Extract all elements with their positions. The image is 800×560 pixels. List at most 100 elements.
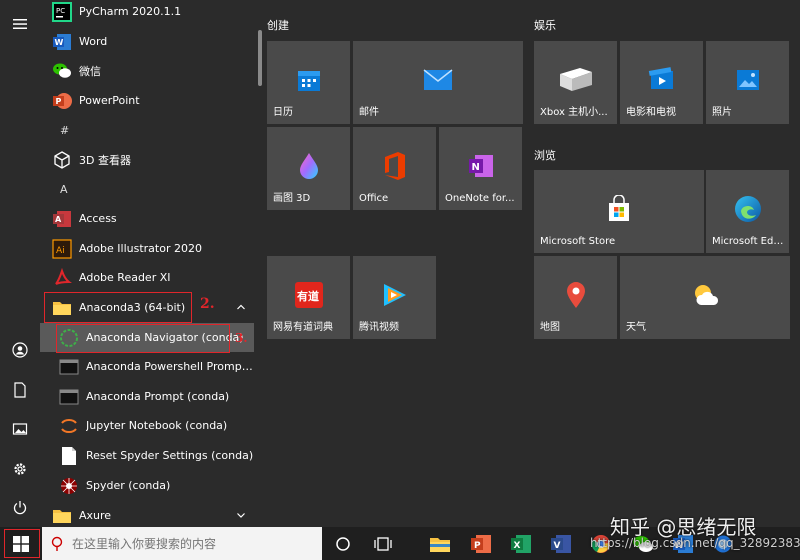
svg-text:A: A xyxy=(55,215,62,224)
tile-label: Xbox 主机小... xyxy=(540,107,608,118)
tile-label: Office xyxy=(359,193,389,204)
picture-icon xyxy=(12,423,28,435)
letter-header-hash[interactable]: # xyxy=(40,116,254,145)
tile-tencent-video[interactable]: 腾讯视频 xyxy=(353,256,436,339)
cortana-button[interactable] xyxy=(328,531,358,556)
task-view-icon xyxy=(374,536,392,551)
task-view-button[interactable] xyxy=(368,531,398,556)
edge-icon xyxy=(734,196,761,222)
taskbar-search-box[interactable] xyxy=(42,527,322,560)
documents-button[interactable] xyxy=(0,372,40,408)
pictures-button[interactable] xyxy=(0,411,40,447)
app-anaconda-powershell[interactable]: Anaconda Powershell Prompt (co... xyxy=(40,352,254,381)
mail-icon xyxy=(423,69,453,90)
office-icon xyxy=(384,152,405,180)
film-icon xyxy=(648,67,673,89)
svg-text:V: V xyxy=(554,541,561,551)
account-button[interactable] xyxy=(0,332,40,368)
tile-label: 画图 3D xyxy=(273,193,311,204)
search-input[interactable] xyxy=(72,536,312,551)
taskbar-file-explorer[interactable] xyxy=(425,531,455,556)
tile-photos[interactable]: 照片 xyxy=(706,41,789,124)
svg-text:有道: 有道 xyxy=(297,289,319,303)
app-3d-viewer[interactable]: 3D 查看器 xyxy=(40,145,254,174)
tile-onenote[interactable]: N OneNote for... xyxy=(439,127,522,210)
app-label: Word xyxy=(79,35,108,48)
start-menu: PC PyCharm 2020.1.1 W Word 微信 P PowerPoi… xyxy=(0,0,800,527)
svg-text:X: X xyxy=(514,541,521,551)
tile-label: 地图 xyxy=(540,322,560,333)
svg-text:P: P xyxy=(56,97,62,106)
tile-movies-tv[interactable]: 电影和电视 xyxy=(620,41,703,124)
power-button[interactable] xyxy=(0,490,40,526)
app-pycharm[interactable]: PC PyCharm 2020.1.1 xyxy=(40,0,254,26)
tile-weather[interactable]: 天气 xyxy=(620,256,790,339)
tile-label: OneNote for... xyxy=(445,193,515,204)
tile-xbox[interactable]: Xbox 主机小... xyxy=(534,41,617,124)
powerpoint-icon: P xyxy=(51,91,73,111)
app-label: Anaconda Powershell Prompt (co... xyxy=(86,360,254,373)
settings-button[interactable] xyxy=(0,451,40,487)
paint3d-icon xyxy=(299,153,318,179)
tile-office[interactable]: Office xyxy=(353,127,436,210)
tile-paint3d[interactable]: 画图 3D xyxy=(267,127,350,210)
app-word[interactable]: W Word xyxy=(40,27,254,56)
app-list-scrollbar[interactable] xyxy=(258,30,262,86)
folder-icon xyxy=(51,506,73,526)
app-label: Reset Spyder Settings (conda) xyxy=(86,449,254,462)
tile-microsoft-store[interactable]: Microsoft Store xyxy=(534,170,704,253)
app-adobe-reader[interactable]: Adobe Reader XI xyxy=(40,263,254,292)
app-label: 微信 xyxy=(79,64,101,78)
tile-label: 邮件 xyxy=(359,107,379,118)
powerpoint-icon: P xyxy=(471,534,491,553)
chevron-down-icon xyxy=(237,513,245,518)
tile-maps[interactable]: 地图 xyxy=(534,256,617,339)
expand-menu-button[interactable] xyxy=(0,6,40,42)
group-title-create[interactable]: 创建 xyxy=(267,17,289,33)
app-anaconda-prompt[interactable]: Anaconda Prompt (conda) xyxy=(40,382,254,411)
svg-text:PC: PC xyxy=(56,7,65,15)
app-powerpoint[interactable]: P PowerPoint xyxy=(40,86,254,115)
taskbar-powerpoint[interactable]: P xyxy=(466,531,496,556)
tile-label: Microsoft Store xyxy=(540,236,616,247)
acrobat-icon xyxy=(51,267,73,288)
app-label: Axure xyxy=(79,509,112,522)
terminal-icon xyxy=(58,387,80,407)
app-illustrator[interactable]: Ai Adobe Illustrator 2020 xyxy=(40,234,254,263)
tile-youdao[interactable]: 有道 网易有道词典 xyxy=(267,256,350,339)
document-icon xyxy=(58,446,80,466)
app-reset-spyder[interactable]: Reset Spyder Settings (conda) xyxy=(40,441,254,470)
highlight-box-step2 xyxy=(44,292,192,323)
app-wechat[interactable]: 微信 xyxy=(40,56,254,85)
group-title-browse[interactable]: 浏览 xyxy=(534,147,556,163)
app-list: PC PyCharm 2020.1.1 W Word 微信 P PowerPoi… xyxy=(40,0,260,527)
taskbar-excel[interactable]: X xyxy=(506,531,536,556)
letter-label: A xyxy=(60,183,68,196)
tile-label: 天气 xyxy=(626,322,646,333)
tile-mail[interactable]: 邮件 xyxy=(353,41,523,124)
annotation-step2: 2. xyxy=(200,296,215,312)
app-access[interactable]: A Access xyxy=(40,204,254,233)
group-title-entertainment[interactable]: 娱乐 xyxy=(534,17,556,33)
folder-icon xyxy=(430,537,450,552)
gear-icon xyxy=(14,463,26,475)
xbox-console-icon xyxy=(559,68,592,91)
pycharm-icon: PC xyxy=(51,1,73,22)
folder-axure[interactable]: Axure xyxy=(40,501,254,527)
tile-calendar[interactable]: 日历 xyxy=(267,41,350,124)
access-icon: A xyxy=(51,209,73,229)
user-icon xyxy=(12,342,28,358)
tile-microsoft-edge[interactable]: Microsoft Edge xyxy=(706,170,789,253)
chevron-up-icon xyxy=(237,304,245,310)
map-pin-icon xyxy=(566,282,585,308)
app-spyder[interactable]: Spyder (conda) xyxy=(40,471,254,500)
svg-text:P: P xyxy=(474,541,481,551)
youdao-icon: 有道 xyxy=(294,282,323,308)
letter-label: # xyxy=(60,124,70,137)
tile-label: 网易有道词典 xyxy=(273,322,333,333)
document-icon xyxy=(14,382,26,398)
tile-label: Microsoft Edge xyxy=(712,236,785,247)
app-jupyter-notebook[interactable]: Jupyter Notebook (conda) xyxy=(40,411,254,440)
taskbar-visio[interactable]: V xyxy=(546,531,576,556)
letter-header-a[interactable]: A xyxy=(40,175,254,204)
